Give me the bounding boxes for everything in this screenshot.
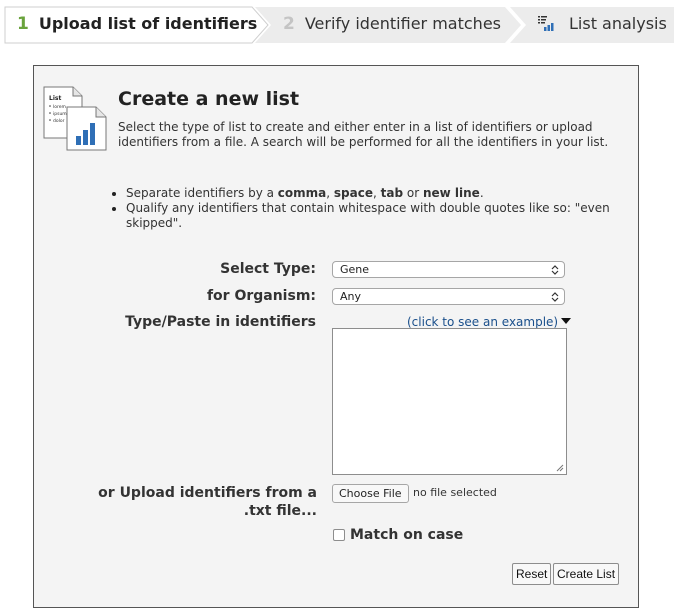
file-status: no file selected bbox=[413, 486, 497, 499]
step-label: List analysis bbox=[569, 14, 667, 33]
caret-down-icon bbox=[561, 318, 572, 324]
panel-title: Create a new list bbox=[118, 88, 300, 110]
panel-description: Select the type of list to create and ei… bbox=[118, 120, 609, 149]
create-list-panel: List lorem ipsum dolor Create a new list… bbox=[33, 65, 639, 608]
chevron-updown-icon bbox=[551, 292, 559, 302]
paste-identifiers-label: Type/Paste in identifiers bbox=[125, 314, 316, 330]
step-label: Upload list of identifiers bbox=[38, 14, 258, 33]
select-type-value: Gene bbox=[340, 263, 370, 276]
upload-file-label: or Upload identifiers from a .txt file..… bbox=[98, 485, 317, 519]
step-number: 1 bbox=[17, 14, 29, 34]
example-link-text: (click to see an example) bbox=[407, 315, 559, 329]
icon-text-line: ipsum bbox=[53, 111, 67, 117]
choose-file-button[interactable]: Choose File bbox=[332, 484, 409, 503]
organism-label: for Organism: bbox=[206, 288, 316, 304]
step-upload[interactable]: 1 Upload list of identifiers bbox=[17, 14, 257, 34]
select-type-label: Select Type: bbox=[220, 261, 316, 277]
reset-button[interactable]: Reset bbox=[512, 563, 552, 585]
step-verify[interactable]: 2 Verify identifier matches bbox=[283, 14, 501, 34]
example-link[interactable]: (click to see an example) bbox=[407, 315, 572, 329]
chevron-updown-icon bbox=[551, 265, 559, 275]
step-label: Verify identifier matches bbox=[304, 14, 501, 33]
create-list-button[interactable]: Create List bbox=[553, 563, 620, 585]
step-number: 2 bbox=[283, 14, 295, 34]
organism-value: Any bbox=[340, 290, 362, 303]
icon-text-line: dolor bbox=[53, 118, 65, 124]
identifiers-textarea[interactable] bbox=[332, 328, 567, 475]
tip-whitespace: Qualify any identifiers that contain whi… bbox=[111, 201, 611, 231]
step-list-analysis[interactable]: List analysis bbox=[538, 14, 667, 33]
organism-dropdown[interactable]: Any bbox=[332, 288, 565, 305]
icon-text-title: List bbox=[49, 95, 61, 102]
resize-grip-icon[interactable] bbox=[556, 464, 564, 472]
list-document-icon: List lorem ipsum dolor bbox=[43, 86, 107, 151]
match-case-checkbox[interactable] bbox=[333, 529, 345, 541]
select-type-dropdown[interactable]: Gene bbox=[332, 261, 565, 278]
list-analysis-icon bbox=[538, 16, 554, 31]
tips-list: Separate identifiers by a comma, space, … bbox=[111, 186, 611, 231]
tip-separators: Separate identifiers by a comma, space, … bbox=[111, 186, 611, 201]
icon-text-line: lorem bbox=[53, 104, 66, 110]
steps-breadcrumb: 1 Upload list of identifiers 2 Verify iden… bbox=[0, 0, 674, 50]
match-case-label[interactable]: Match on case bbox=[350, 527, 463, 543]
